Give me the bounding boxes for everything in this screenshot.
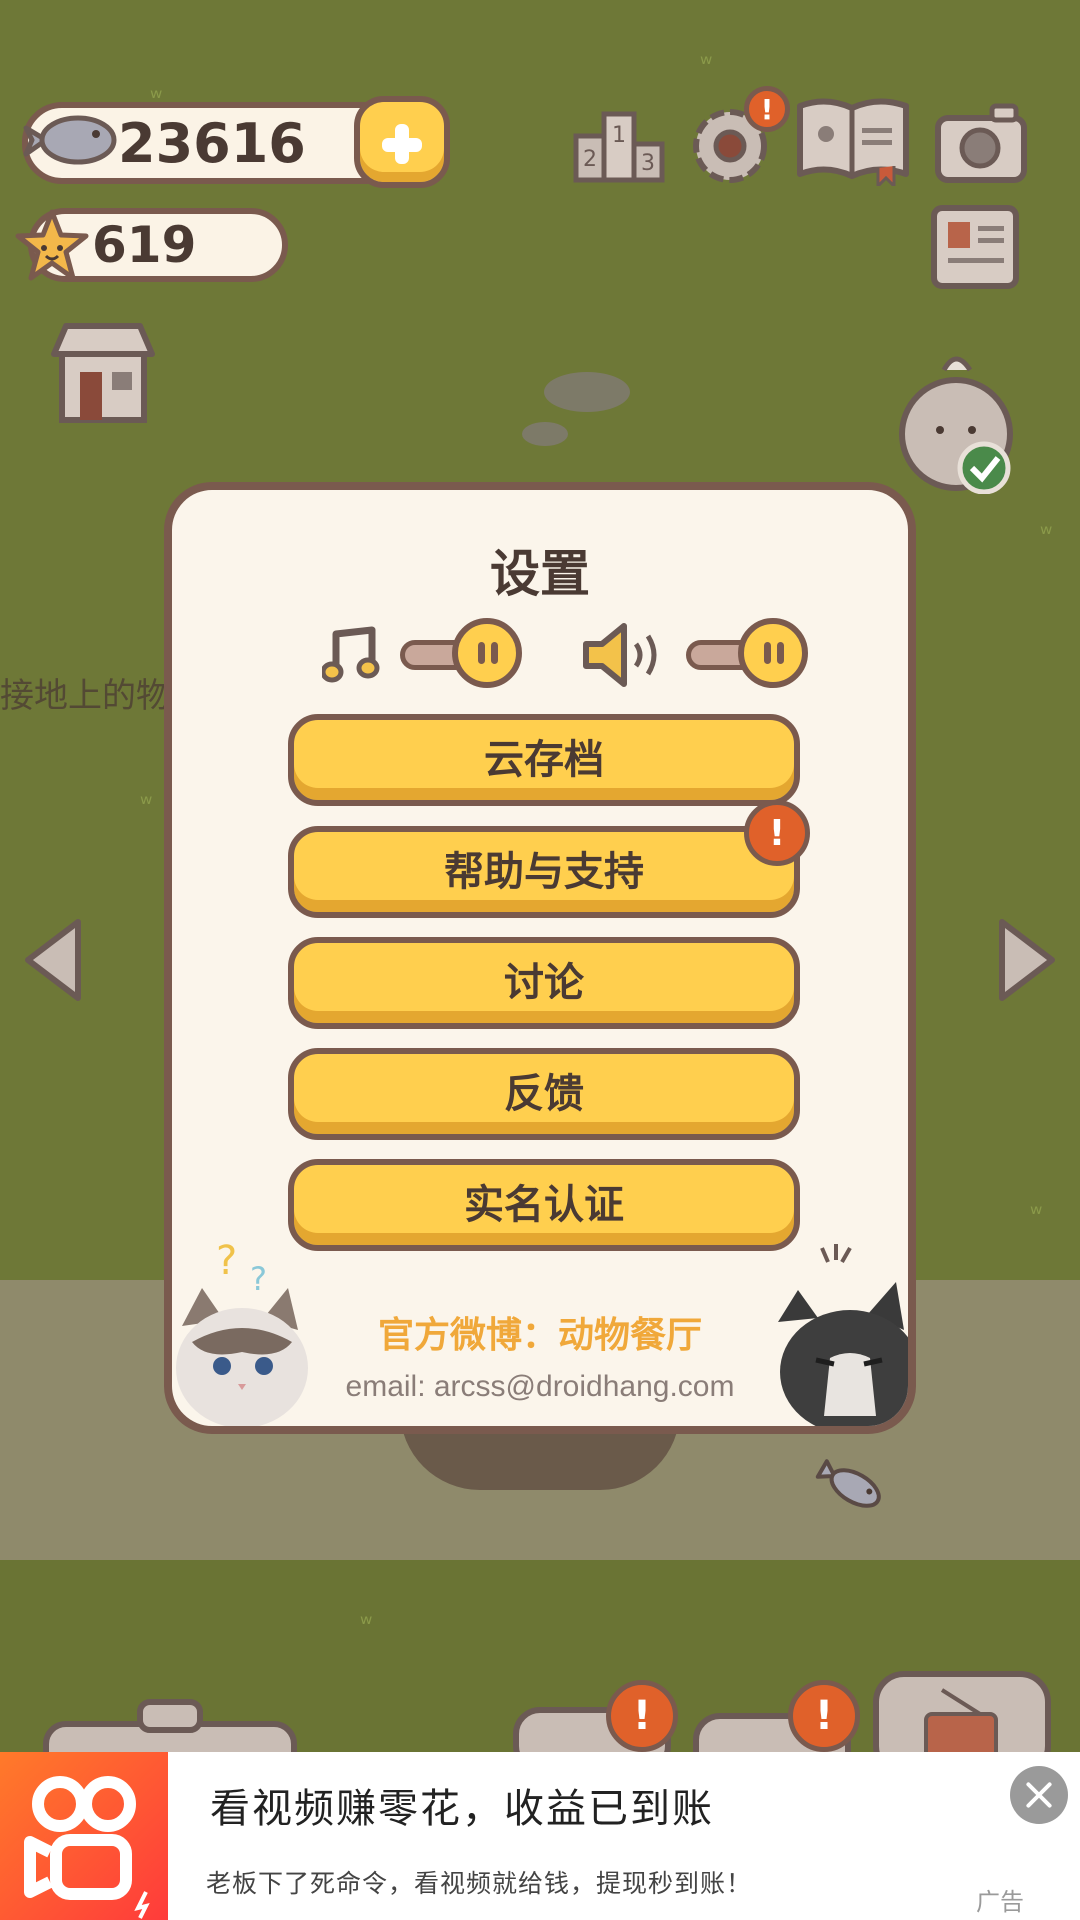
sound-toggle-switch[interactable] [738, 618, 808, 688]
help-support-button[interactable]: 帮助与支持 [288, 826, 800, 918]
official-weibo-text: 官方微博：动物餐厅 [377, 1315, 702, 1356]
speaker-icon [583, 623, 657, 687]
radio-icon[interactable] [872, 1670, 1052, 1760]
stepping-stone [544, 372, 630, 412]
right-arrow-icon[interactable] [994, 914, 1060, 1006]
fish-icon [23, 115, 117, 165]
ad-subtitle[interactable]: 老板下了死命令，看视频就给钱，提现秒到账！ [206, 1864, 752, 1900]
left-arrow-icon[interactable] [20, 914, 86, 1006]
kuaishou-logo-icon [24, 1776, 150, 1919]
grass-blade: ʷ [700, 50, 713, 78]
stepping-stone [522, 422, 568, 446]
bottom-alert-badge: ! [788, 1680, 860, 1752]
contact-email-text: email: arcss@droidhang.com [345, 1370, 735, 1403]
dialog-title: 设置 [490, 545, 590, 603]
fish-pickup-icon[interactable] [810, 1450, 890, 1520]
leaderboard-icon[interactable]: 2 1 3 [572, 98, 666, 184]
svg-text:2: 2 [583, 147, 597, 172]
discussion-button[interactable]: 讨论 [288, 937, 800, 1029]
ad-banner[interactable]: 看视频赚零花，收益已到账 老板下了死命令，看视频就给钱，提现秒到账！ [0, 1752, 1080, 1920]
camera-icon[interactable] [934, 100, 1028, 184]
fish-count: 23616 [118, 111, 306, 175]
grass-blade: ʷ [1040, 520, 1053, 548]
bottom-alert-badge: ! [606, 1680, 678, 1752]
svg-text:1: 1 [612, 123, 626, 148]
add-fish-button[interactable] [354, 96, 450, 188]
shop-icon[interactable] [46, 320, 160, 426]
settings-dialog: 设置 云存档 帮助与支持 讨论 反馈 实名认证 ? ? 官方微博：动物餐厅 em… [164, 482, 916, 1434]
grass-blade: ʷ [360, 1610, 373, 1638]
settings-alert-badge: ! [744, 86, 790, 132]
grass-blade: ʷ [1030, 1200, 1043, 1228]
ad-title[interactable]: 看视频赚零花，收益已到账 [210, 1776, 714, 1834]
star-count: 619 [92, 216, 197, 274]
music-note-icon [322, 626, 380, 683]
recipe-book-icon[interactable] [794, 94, 912, 186]
ad-app-logo[interactable] [0, 1752, 168, 1920]
ad-label: 广告 [976, 1888, 1024, 1916]
real-name-verification-button[interactable]: 实名认证 [288, 1159, 800, 1251]
star-icon [15, 209, 89, 281]
sound-toggle-row [580, 614, 820, 694]
chef-cat-icon[interactable] [894, 344, 1020, 494]
grass-blade: ʷ [140, 790, 153, 818]
newspaper-icon[interactable] [930, 204, 1020, 290]
svg-text:3: 3 [641, 151, 655, 176]
cloud-save-button[interactable]: 云存档 [288, 714, 800, 806]
feedback-button[interactable]: 反馈 [288, 1048, 800, 1140]
help-alert-badge: ! [744, 800, 810, 866]
music-toggle-switch[interactable] [452, 618, 522, 688]
svg-text:?: ? [250, 1260, 267, 1298]
music-toggle-row [322, 614, 522, 694]
svg-text:?: ? [216, 1238, 237, 1284]
ad-close-button[interactable] [1010, 1766, 1068, 1824]
